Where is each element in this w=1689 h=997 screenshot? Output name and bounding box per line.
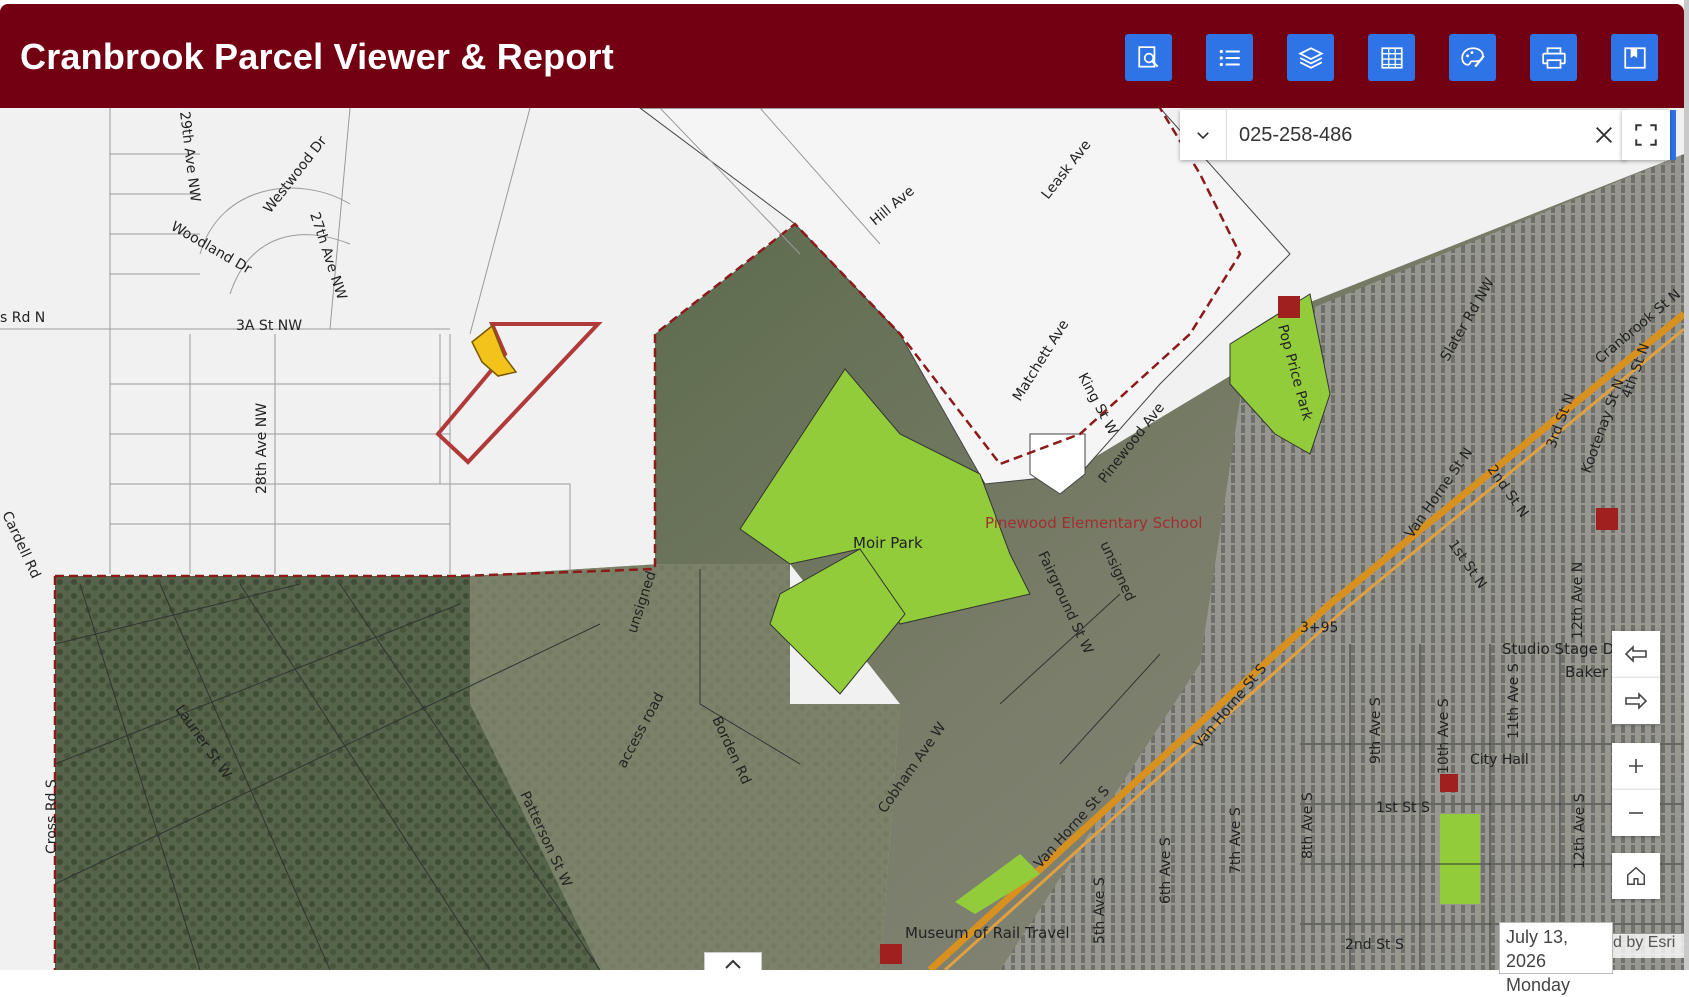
date-display: July 13, 2026 Monday	[1499, 922, 1613, 995]
previous-extent-button[interactable]	[1612, 631, 1660, 677]
highway-shield: 3+95	[1300, 620, 1338, 636]
layers-icon	[1297, 46, 1324, 69]
poi-marker[interactable]	[1596, 508, 1618, 530]
map-canvas[interactable]: 29th Ave NW Westwood Dr Woodland Dr 27th…	[0, 108, 1684, 970]
search-input[interactable]	[1227, 114, 1582, 156]
arrow-right-icon	[1625, 692, 1648, 710]
home-icon	[1627, 866, 1645, 885]
street-label: 3A St NW	[236, 318, 302, 334]
street-label: 12th Ave S	[1572, 793, 1588, 869]
street-label: 12th Ave N	[1570, 562, 1586, 639]
next-extent-button[interactable]	[1612, 677, 1660, 724]
map-view[interactable]: 29th Ave NW Westwood Dr Woodland Dr 27th…	[0, 108, 1684, 970]
date-text: July 13, 2026	[1506, 927, 1569, 971]
place-label: Moir Park	[853, 534, 923, 552]
place-label: City Hall	[1470, 752, 1529, 768]
app-window: 29th Ave NW Westwood Dr Woodland Dr 27th…	[0, 4, 1684, 970]
layers-button[interactable]	[1287, 34, 1334, 81]
clear-search-button[interactable]	[1582, 110, 1626, 160]
basemap-style-button[interactable]	[1449, 34, 1496, 81]
street-label: s Rd N	[0, 310, 45, 326]
esri-attribution[interactable]: d by Esri	[1613, 934, 1684, 958]
chevron-down-icon	[1197, 132, 1209, 140]
print-button[interactable]	[1530, 34, 1577, 81]
park-downtown	[1440, 814, 1480, 904]
table-icon	[1380, 46, 1403, 69]
search-report-button[interactable]	[1125, 34, 1172, 81]
bookmark-icon	[1623, 46, 1646, 69]
home-control	[1612, 853, 1660, 899]
museum-marker[interactable]	[880, 944, 902, 964]
app-title: Cranbrook Parcel Viewer & Report	[20, 36, 614, 77]
collapse-panel-button[interactable]	[704, 952, 762, 970]
street-label: 7th Ave S	[1228, 807, 1244, 874]
place-label: Pinewood Elementary School	[985, 514, 1202, 532]
list-icon	[1219, 49, 1240, 66]
cityhall-marker[interactable]	[1440, 774, 1458, 792]
zoom-in-button[interactable]	[1612, 743, 1660, 789]
close-icon	[1596, 127, 1612, 143]
zoom-controls	[1612, 743, 1660, 836]
street-label: 9th Ave S	[1368, 697, 1384, 764]
app-header: Cranbrook Parcel Viewer & Report	[0, 4, 1684, 108]
poi-marker[interactable]	[1278, 296, 1300, 318]
arrow-left-icon	[1624, 645, 1647, 663]
street-label: 10th Ave S	[1436, 698, 1452, 774]
palette-icon	[1460, 46, 1485, 67]
bookmark-button[interactable]	[1611, 34, 1658, 81]
zoom-out-button[interactable]	[1612, 789, 1660, 836]
search-source-dropdown[interactable]	[1180, 110, 1227, 160]
fullscreen-button[interactable]	[1622, 110, 1670, 160]
home-button[interactable]	[1612, 853, 1660, 899]
street-label: 2nd St S	[1345, 937, 1404, 953]
street-label: 11th Ave S	[1506, 663, 1522, 739]
place-label: Studio Stage Do	[1502, 640, 1623, 658]
day-text: Monday	[1506, 975, 1571, 995]
street-label: 1st St S	[1376, 800, 1430, 816]
street-label: 5th Ave S	[1092, 877, 1108, 944]
street-label: 28th Ave NW	[254, 403, 270, 494]
extent-navigation	[1612, 631, 1660, 724]
report-search-icon	[1137, 45, 1158, 68]
window-edge	[1684, 0, 1689, 970]
street-label: 8th Ave S	[1300, 792, 1316, 859]
chevron-up-icon	[725, 959, 741, 969]
place-label: Museum of Rail Travel	[905, 924, 1070, 942]
legend-button[interactable]	[1206, 34, 1253, 81]
street-label: Cross Rd S	[44, 779, 60, 854]
attribute-table-button[interactable]	[1368, 34, 1415, 81]
fullscreen-icon	[1635, 124, 1657, 146]
plus-icon	[1629, 759, 1643, 773]
minus-icon	[1629, 812, 1643, 814]
search-widget	[1180, 110, 1626, 160]
toolbar	[1125, 34, 1658, 81]
street-label: 6th Ave S	[1158, 837, 1174, 904]
printer-icon	[1541, 46, 1566, 69]
